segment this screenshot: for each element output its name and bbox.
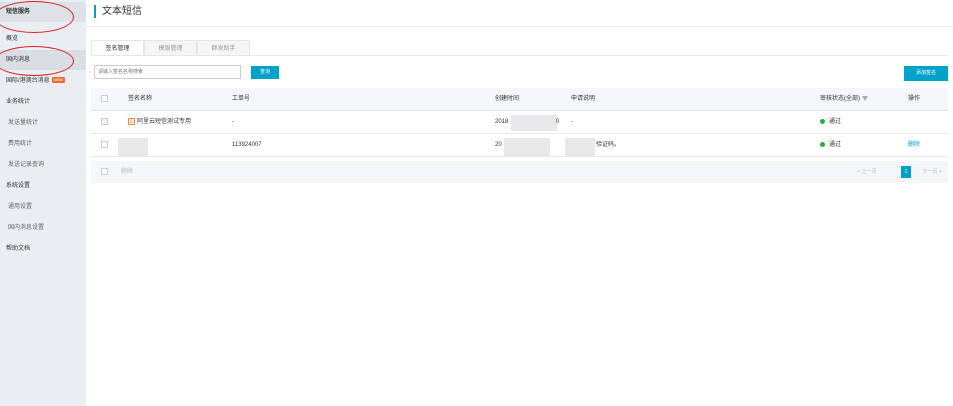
column-header-ticket: 工单号	[232, 96, 251, 102]
ticket-cell: 113924007	[232, 142, 262, 148]
tab-bulk-send[interactable]: 群发助手	[197, 40, 250, 56]
created-cell: 2018	[495, 119, 509, 125]
column-header-created[interactable]: 创建时间	[495, 88, 519, 110]
sidebar-title[interactable]: 短信服务	[0, 2, 86, 22]
sidebar-item-help-docs[interactable]: 帮助文档	[0, 239, 86, 259]
sidebar-item-send-stats[interactable]: 发送量统计	[0, 113, 86, 133]
note-cell: -	[571, 119, 573, 125]
status-ok-icon	[820, 141, 825, 147]
column-header-action: 操作	[908, 96, 921, 102]
filter-icon[interactable]	[862, 95, 868, 101]
table-header: 签名名称 工单号 创建时间 申请说明 审核状态(全部) 操作	[91, 88, 948, 111]
sidebar-item-label: 国际/港澳台消息	[6, 78, 50, 84]
main-content: 文本短信 签名管理 模版管理 群发助手 查询 添加签名 签名名称 工单号 创建时…	[86, 0, 953, 406]
sidebar-item-international[interactable]: 国际/港澳台消息 NEW	[0, 71, 86, 91]
column-header-note: 申请说明	[571, 96, 596, 102]
new-badge: NEW	[51, 77, 66, 84]
page-title: 文本短信	[94, 5, 142, 18]
sidebar-item-domestic[interactable]: 国内消息	[0, 50, 86, 70]
row-checkbox[interactable]	[101, 141, 108, 148]
sidebar-item-domestic-settings[interactable]: 国内消息设置	[0, 218, 86, 238]
redacted-block	[118, 138, 148, 156]
table-footer: 删除 < 上一页 1 下一页 >	[91, 161, 948, 183]
prev-page-button[interactable]: < 上一页	[852, 166, 882, 178]
divider	[91, 55, 948, 56]
status-ok-icon	[820, 118, 825, 124]
select-all-checkbox[interactable]	[101, 95, 108, 102]
search-input[interactable]	[94, 65, 241, 79]
delete-link[interactable]: 删除	[908, 134, 920, 156]
footer-select-checkbox[interactable]	[101, 168, 108, 175]
column-header-status-label: 审核状态(全部)	[820, 96, 860, 102]
sidebar-item-system-settings[interactable]: 系统设置	[0, 176, 86, 196]
signature-tag-icon: 官	[128, 117, 135, 125]
query-button[interactable]: 查询	[251, 66, 279, 79]
prev-page-label: 上一页	[861, 169, 877, 175]
signature-name: 阿里云短信测试专用	[137, 119, 192, 125]
redacted-block	[511, 115, 557, 131]
chevron-right-icon: >	[937, 169, 942, 175]
table-row: 113924007 20 验证码。 通过 删除	[91, 134, 948, 157]
redacted-block	[504, 138, 550, 156]
tab-signature[interactable]: 签名管理	[91, 40, 144, 56]
status-cell: 通过	[820, 134, 841, 156]
status-label: 通过	[829, 142, 842, 148]
status-cell: 通过	[820, 111, 841, 133]
sidebar-item-overview[interactable]: 概览	[0, 29, 86, 49]
status-label: 通过	[829, 119, 842, 125]
next-page-label: 下一页	[922, 169, 938, 175]
sidebar-item-send-records[interactable]: 发送记录查询	[0, 155, 86, 175]
batch-delete-button[interactable]: 删除	[121, 161, 133, 183]
created-cell: 20	[495, 142, 502, 148]
table-row: 官阿里云短信测试专用 - 2018 0 - 通过	[91, 111, 948, 134]
signature-name-cell: 官阿里云短信测试专用	[128, 111, 191, 133]
divider	[86, 26, 953, 27]
add-signature-button[interactable]: 添加签名	[904, 66, 948, 81]
sidebar-item-cost-stats[interactable]: 费用统计	[0, 134, 86, 154]
row-checkbox	[101, 118, 108, 125]
column-header-status[interactable]: 审核状态(全部)	[820, 88, 868, 110]
ticket-cell: -	[232, 119, 234, 125]
redacted-block	[565, 138, 595, 156]
note-cell: 验证码。	[596, 142, 621, 148]
next-page-button[interactable]: 下一页 >	[916, 166, 948, 178]
sidebar-item-general-settings[interactable]: 通用设置	[0, 197, 86, 217]
created-cell-tail: 0	[556, 119, 560, 125]
sidebar-item-business-stats[interactable]: 业务统计	[0, 92, 86, 112]
tab-template[interactable]: 模版管理	[144, 40, 197, 56]
column-header-name: 签名名称	[128, 96, 153, 102]
page-number-current[interactable]: 1	[901, 166, 911, 178]
sidebar: 短信服务 概览 国内消息 国际/港澳台消息 NEW 业务统计 发送量统计 费用统计…	[0, 0, 86, 406]
